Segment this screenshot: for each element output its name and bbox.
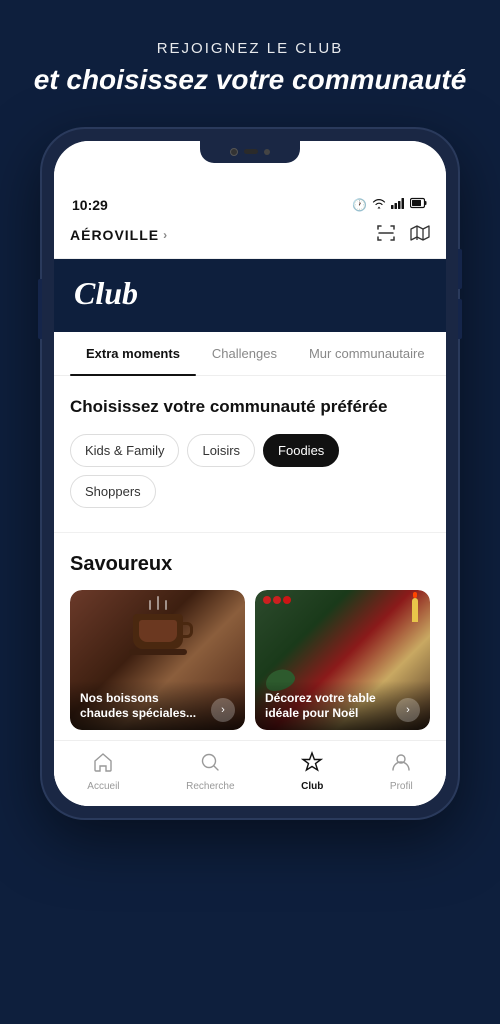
wifi-icon xyxy=(372,197,386,212)
sensor-bar xyxy=(244,149,258,154)
status-time: 10:29 xyxy=(72,197,108,213)
tab-mur-communautaire[interactable]: Mur communautaire xyxy=(293,332,441,375)
cards-row: Nos boissons chaudes spéciales... › xyxy=(54,590,446,730)
volume-down-button xyxy=(458,299,462,339)
status-icons: 🕐 xyxy=(352,197,428,212)
card-noel-text: Décorez votre table idéale pour Noël xyxy=(265,691,390,722)
scan-icon[interactable] xyxy=(376,223,396,248)
hero-subtitle: REJOIGNEZ LE CLUB xyxy=(20,40,480,57)
card-boissons-arrow: › xyxy=(211,698,235,722)
chip-loisirs[interactable]: Loisirs xyxy=(187,434,255,467)
nav-profil-label: Profil xyxy=(390,781,413,792)
home-icon xyxy=(92,751,114,777)
savoureux-section: Savoureux xyxy=(70,553,430,730)
profile-icon xyxy=(390,751,412,777)
card-noel[interactable]: Décorez votre table idéale pour Noël › xyxy=(255,590,430,730)
cup-handle xyxy=(183,622,193,638)
community-title: Choisissez votre communauté préférée xyxy=(70,396,430,418)
cup-liquid xyxy=(139,620,177,642)
nav-accueil[interactable]: Accueil xyxy=(87,751,119,792)
cup-saucer xyxy=(129,649,187,655)
address-location[interactable]: AÉROVILLE › xyxy=(70,227,168,243)
chip-kids-family[interactable]: Kids & Family xyxy=(70,434,179,467)
nav-club-label: Club xyxy=(301,781,323,792)
tabs-row: Extra moments Challenges Mur communautai… xyxy=(54,332,446,376)
cup-body xyxy=(133,614,183,649)
savoureux-heading: Savoureux xyxy=(70,553,430,576)
phone-notch xyxy=(200,141,300,163)
content-area: Choisissez votre communauté préférée Kid… xyxy=(54,376,446,730)
tab-extra-moments[interactable]: Extra moments xyxy=(70,332,196,375)
chips-row: Kids & Family Loisirs Foodies Shoppers xyxy=(70,434,430,508)
phone-screen: 10:29 🕐 xyxy=(54,141,446,806)
card-boissons-overlay: Nos boissons chaudes spéciales... › xyxy=(70,681,245,730)
card-boissons-text: Nos boissons chaudes spéciales... xyxy=(80,691,205,722)
power-button xyxy=(38,279,42,339)
nav-recherche-label: Recherche xyxy=(186,781,234,792)
nav-profil[interactable]: Profil xyxy=(390,751,413,792)
card-boissons[interactable]: Nos boissons chaudes spéciales... › xyxy=(70,590,245,730)
steam-decoration xyxy=(149,600,167,610)
camera-dot xyxy=(230,148,238,156)
signal-icon xyxy=(391,197,405,212)
star-icon xyxy=(301,751,323,777)
map-icon[interactable] xyxy=(410,223,430,248)
app-header: Club xyxy=(54,259,446,332)
tabs-container: Extra moments Challenges Mur communautai… xyxy=(54,332,446,806)
notch-area xyxy=(54,141,446,169)
address-bar: AÉROVILLE › xyxy=(54,217,446,259)
app-title: Club xyxy=(74,275,426,312)
nav-accueil-label: Accueil xyxy=(87,781,119,792)
address-actions xyxy=(376,223,430,248)
community-section: Choisissez votre communauté préférée Kid… xyxy=(70,396,430,508)
chip-foodies[interactable]: Foodies xyxy=(263,434,339,467)
section-divider xyxy=(54,532,446,533)
hero-section: REJOIGNEZ LE CLUB et choisissez votre co… xyxy=(0,0,500,127)
speaker-dot xyxy=(264,149,270,155)
nav-club[interactable]: Club xyxy=(301,751,323,792)
phone-frame: 10:29 🕐 xyxy=(40,127,460,820)
clock-icon: 🕐 xyxy=(352,198,367,212)
card-noel-arrow: › xyxy=(396,698,420,722)
hero-title: et choisissez votre communauté xyxy=(20,63,480,97)
chip-shoppers[interactable]: Shoppers xyxy=(70,475,156,508)
tab-challenges[interactable]: Challenges xyxy=(196,332,293,375)
battery-icon xyxy=(410,197,428,212)
address-chevron-icon: › xyxy=(163,228,168,242)
status-bar: 10:29 🕐 xyxy=(54,169,446,217)
volume-up-button xyxy=(458,249,462,289)
bottom-nav: Accueil Recherche xyxy=(54,740,446,806)
search-icon xyxy=(199,751,221,777)
nav-recherche[interactable]: Recherche xyxy=(186,751,234,792)
card-noel-overlay: Décorez votre table idéale pour Noël › xyxy=(255,681,430,730)
